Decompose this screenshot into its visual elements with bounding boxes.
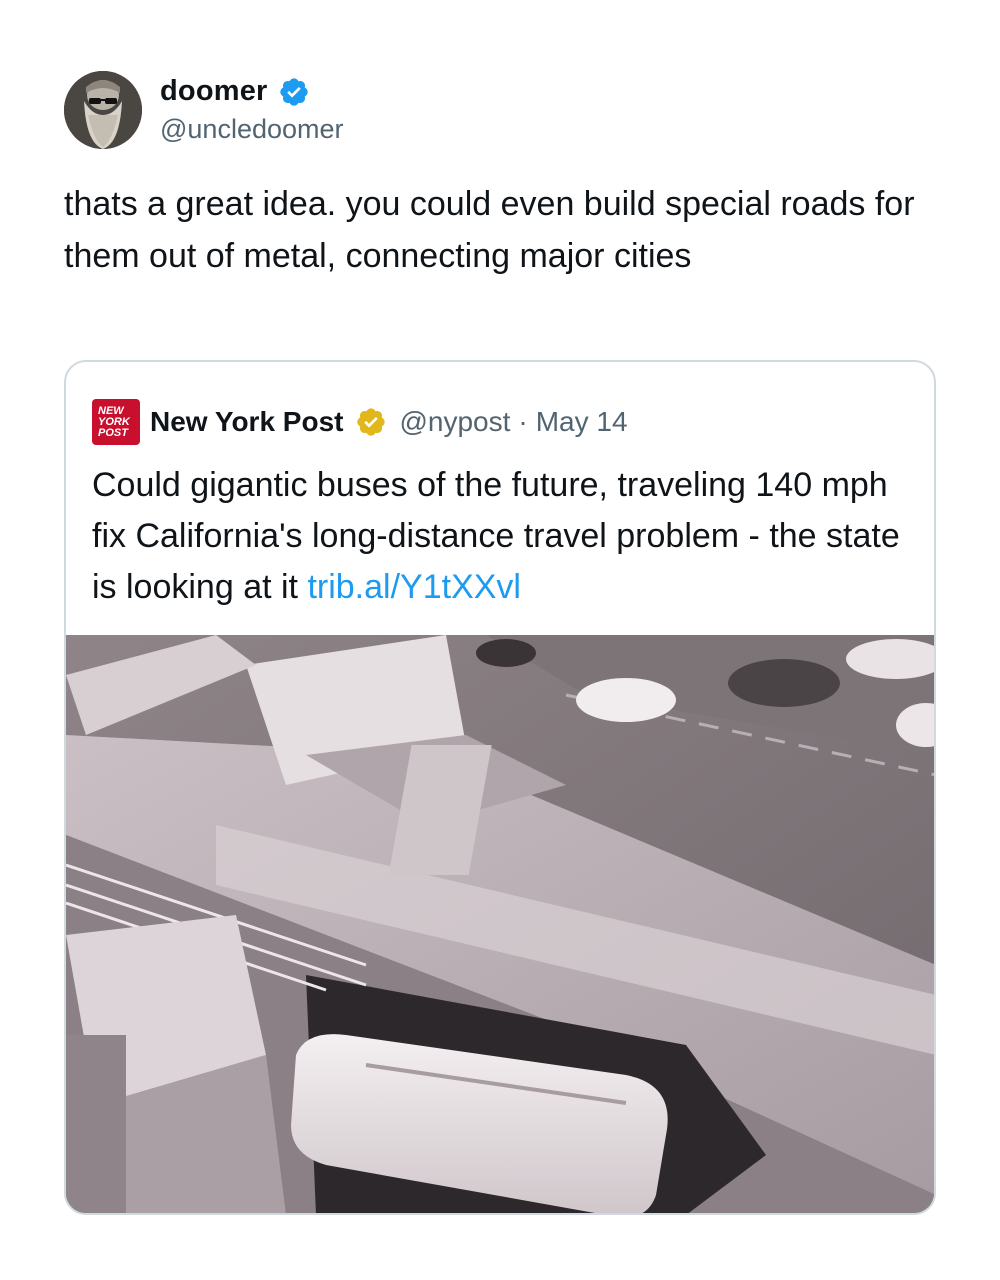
quoted-tweet[interactable]: NEW YORK POST New York Post @nypost · Ma… [64,360,936,1215]
aerial-highway-bus-image [66,635,934,1213]
avatar[interactable] [64,71,142,149]
verified-org-badge-icon[interactable] [355,406,387,438]
name-row: doomer [160,75,344,108]
verified-badge-icon[interactable] [278,76,310,108]
quoted-handle[interactable]: @nypost [399,406,510,438]
quoted-tweet-text: Could gigantic buses of the future, trav… [66,448,934,634]
tweet-text: thats a great idea. you could even build… [64,185,915,275]
tweet: doomer @uncledoomer thats a great idea. … [64,70,936,282]
quoted-display-name[interactable]: New York Post [150,406,343,438]
quoted-link[interactable]: trib.al/Y1tXXvl [307,568,521,606]
user-names: doomer @uncledoomer [160,75,344,145]
quoted-tweet-header: NEW YORK POST New York Post @nypost · Ma… [66,362,934,448]
svg-text:POST: POST [98,427,129,439]
quoted-media-image[interactable] [66,635,934,1213]
tweet-header: doomer @uncledoomer [64,70,936,150]
avatar-image [64,71,142,149]
display-name[interactable]: doomer [160,75,268,108]
separator-dot: · [518,406,528,437]
nypost-logo-icon[interactable]: NEW YORK POST [92,399,140,445]
user-handle[interactable]: @uncledoomer [160,114,344,145]
quoted-date[interactable]: May 14 [536,406,628,438]
